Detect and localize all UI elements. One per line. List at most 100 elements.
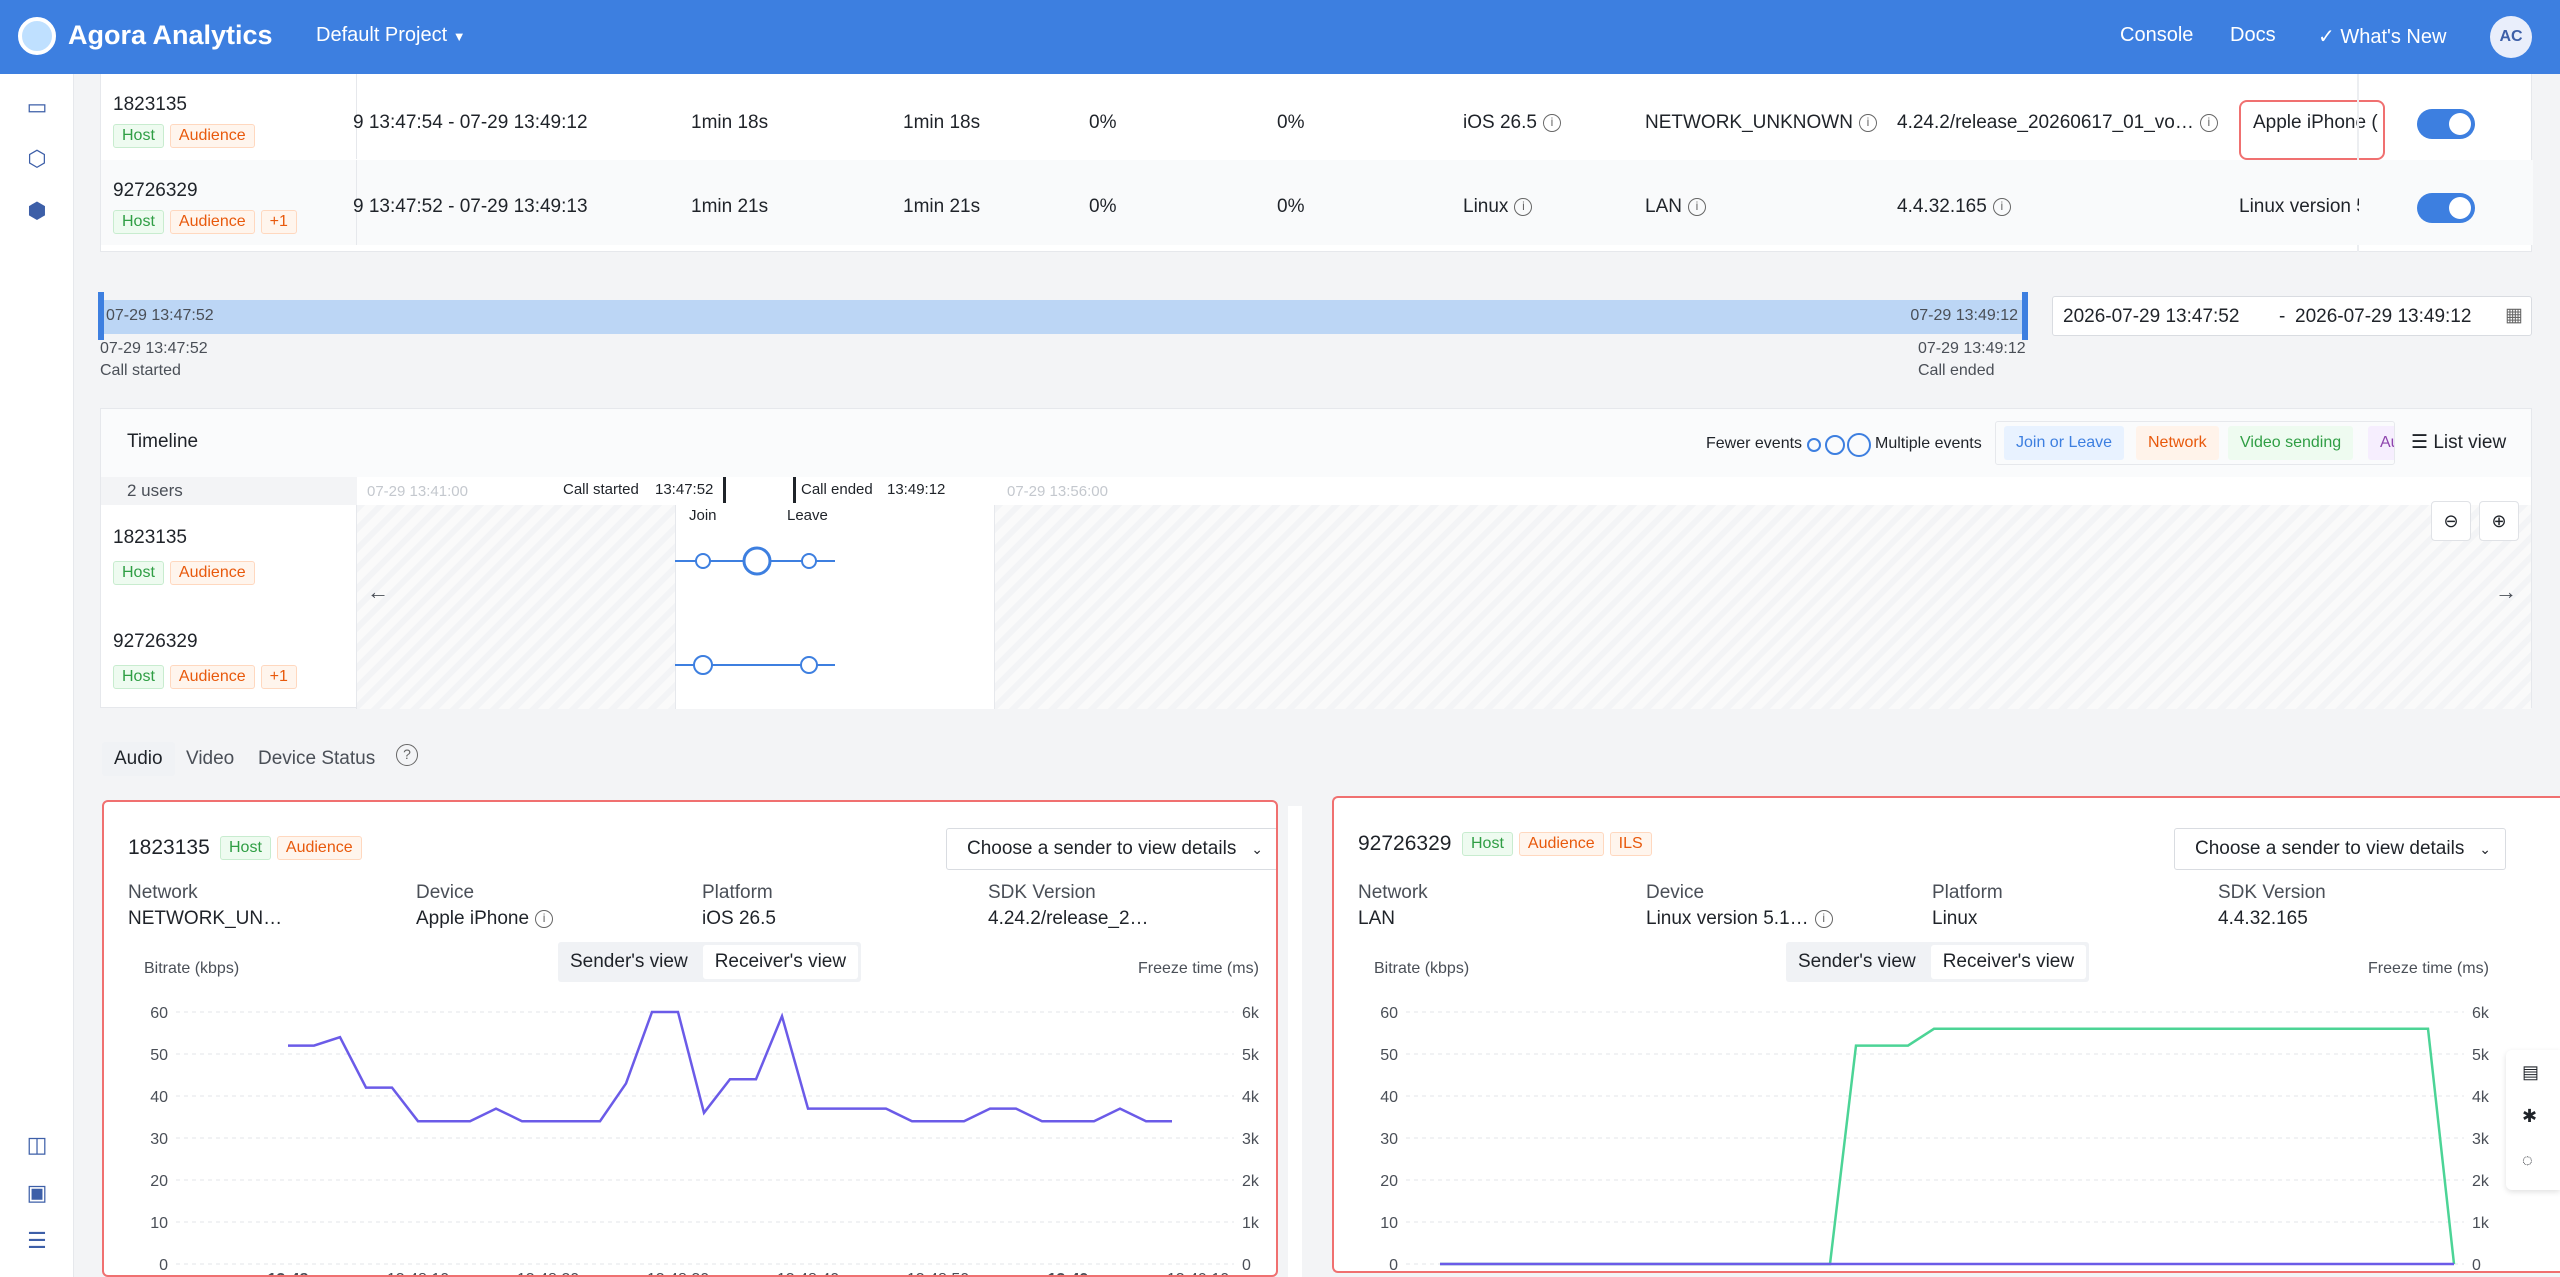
menu-list-icon[interactable]: ☰ [24,1228,50,1254]
save-icon[interactable]: ▤ [2522,1062,2539,1083]
event-dot[interactable] [693,655,713,675]
receivers-view-button[interactable]: Receiver's view [702,945,859,979]
percent-2: 0% [1277,196,1305,217]
senders-view-button[interactable]: Sender's view [1786,942,1928,982]
brand-title[interactable]: Agora Analytics [68,20,273,51]
project-selector[interactable]: Default Project ▼ [316,24,466,47]
info-icon[interactable]: i [535,909,554,928]
sdk-value: 4.4.32.165 [1897,196,1987,217]
timeline-left-timestamp: 07-29 13:41:00 [367,483,468,500]
monitor-icon[interactable]: ▣ [24,1180,50,1206]
info-icon[interactable]: i [1514,197,1533,216]
sdk-value: 4.24.2/release_2… [988,908,1149,929]
event-dot[interactable] [695,553,711,569]
list-view-button[interactable]: ☰ List view [2411,431,2506,454]
event-density-slider[interactable] [1807,433,1871,457]
timeline-out-of-range-left [357,505,675,709]
nav-docs-link[interactable]: Docs [2230,24,2276,47]
timeline-out-of-range-right [995,505,2531,709]
nav-console-link[interactable]: Console [2120,24,2193,47]
network-cell: NETWORK_UNKNOWN i [1645,112,1877,134]
zoom-in-icon[interactable]: ⊕ [2479,501,2519,541]
left-axis-title: Bitrate (kbps) [144,960,240,977]
sender-select[interactable]: Choose a sender to view details ⌄ [946,828,1276,870]
table-row[interactable]: 1823135 Host Audience 9 13:47:54 - 07-29 … [101,74,2533,252]
network-value: LAN [1645,196,1682,217]
more-tags-badge[interactable]: +1 [260,665,297,689]
row-toggle[interactable] [2417,109,2475,139]
info-icon[interactable]: i [1814,909,1833,928]
sender-select[interactable]: Choose a sender to view details ⌄ [2174,828,2506,870]
tab-video[interactable]: Video [174,742,246,776]
info-icon[interactable]: i [1687,197,1706,216]
device-label: Device [1646,882,1705,903]
call-end-label: Call ended [1918,362,1995,379]
feedback-icon[interactable]: ◌ [2522,1150,2533,1171]
range-bar-start: 07-29 13:47:52 [106,307,214,324]
host-tag: Host [113,561,164,585]
card-gap [1288,806,1302,1277]
info-icon[interactable]: i [2199,113,2218,132]
host-tag: Host [1462,832,1513,856]
series-line [288,1010,1172,1123]
zoom-out-icon[interactable]: ⊖ [2431,501,2471,541]
time-range: 9 13:47:54 - 07-29 13:49:12 [353,112,588,133]
y-tick-label: 50 [1380,1047,1398,1064]
role-tags: Host Audience [113,124,261,148]
range-start-handle[interactable] [98,292,104,340]
event-dot[interactable] [742,546,772,576]
arrow-right-icon[interactable]: → [2495,579,2517,605]
date-range-picker[interactable]: 2026-07-29 13:47:52 - 2026-07-29 13:49:1… [2052,296,2532,336]
tab-device-status[interactable]: Device Status [246,742,387,776]
x-tick-label: 13:49 [1048,1271,1089,1277]
left-axis-title: Bitrate (kbps) [1374,960,1470,977]
agora-logo-icon[interactable] [18,17,56,55]
event-dot[interactable] [800,656,818,674]
package-icon[interactable]: ⬢ [24,198,50,224]
user-avatar[interactable]: AC [2490,16,2532,58]
range-end-input[interactable]: 2026-07-29 13:49:12 [2295,306,2471,328]
info-icon[interactable]: i [1542,113,1561,132]
im-icon[interactable]: ⬡ [24,146,50,172]
x-tick-label: 13:48:20 [1747,1271,1809,1273]
left-sidebar: ▭ ⬡ ⬢ ◫ ▣ ☰ [0,74,74,1277]
y2-tick-label: 4k [2472,1089,2490,1106]
y-tick-label: 30 [150,1131,168,1148]
timeline-axis: 07-29 13:41:00 Call started 13:47:52 Cal… [357,477,1317,505]
storage-icon[interactable]: ◫ [24,1132,50,1158]
network-label: Network [128,882,198,903]
legend-join-leave[interactable]: Join or Leave [2004,426,2125,460]
card-user-id: 1823135 [128,836,210,859]
event-dot[interactable] [801,553,817,569]
network-value: LAN [1358,908,1395,929]
y-tick-label: 10 [150,1215,168,1232]
time-range-slider[interactable]: 07-29 13:47:52 07-29 13:49:12 [100,300,2026,334]
info-icon[interactable]: i [1858,113,1877,132]
x-tick-label: 13:48 [268,1271,309,1277]
arrow-left-icon[interactable]: ← [367,579,389,605]
legend-video-sending[interactable]: Video sending [2228,426,2354,460]
help-icon[interactable]: ? [396,744,418,766]
bug-icon[interactable]: ✱ [2522,1106,2537,1127]
nav-whats-new-link[interactable]: ✓ What's New [2318,24,2446,49]
y-tick-label: 60 [1380,1005,1398,1022]
row-toggle[interactable] [2417,193,2475,223]
percent-1: 0% [1089,112,1117,133]
tab-audio[interactable]: Audio [102,742,175,776]
range-start-input[interactable]: 2026-07-29 13:47:52 [2063,306,2239,328]
range-end-handle[interactable] [2022,292,2028,340]
legend-network[interactable]: Network [2136,426,2219,460]
y-tick-label: 0 [1389,1257,1398,1273]
senders-view-button[interactable]: Sender's view [558,942,700,982]
timeline-right-timestamp: 07-29 13:56:00 [1007,483,1108,500]
receivers-view-button[interactable]: Receiver's view [1930,945,2087,979]
info-icon[interactable]: i [1992,197,2011,216]
y-tick-label: 30 [1380,1131,1398,1148]
legend-audio[interactable]: Auc [2368,426,2394,460]
calendar-icon[interactable]: ▦ [2505,304,2523,327]
device-cell: Apple iPhone ( [2239,100,2385,160]
table-row[interactable]: 92726329 Host Audience +1 9 13:47:52 - 07-… [101,160,2533,245]
video-call-icon[interactable]: ▭ [24,94,50,120]
uid-cell: 92726329 Host Audience +1 [101,160,357,245]
more-tags-badge[interactable]: +1 [260,210,297,234]
